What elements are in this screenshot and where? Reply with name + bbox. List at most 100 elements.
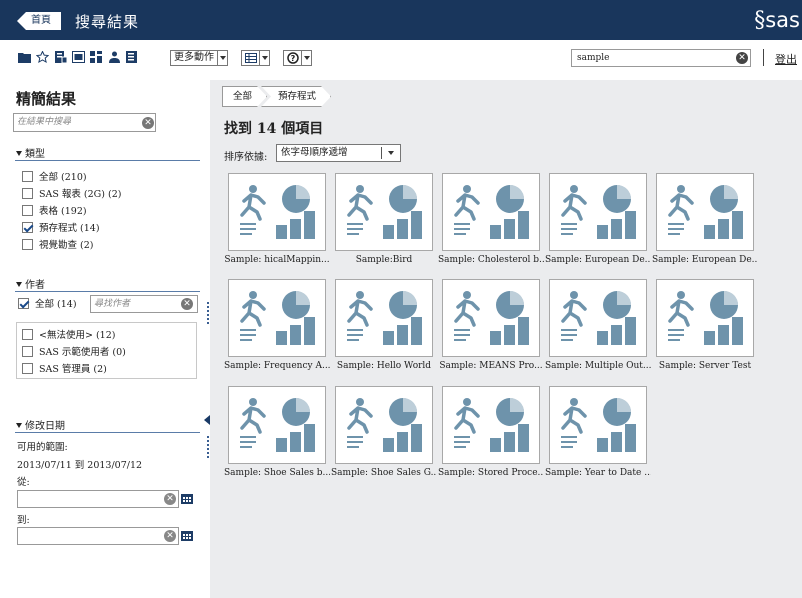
result-item[interactable]: Sample: Frequency A... xyxy=(224,279,330,376)
result-item[interactable]: Sample: European De... xyxy=(652,173,758,270)
help-icon: ? xyxy=(286,52,299,64)
breadcrumb-stored-process[interactable]: 預存程式 xyxy=(261,86,331,107)
result-item[interactable]: Sample: Cholesterol b... xyxy=(438,173,544,270)
clear-refine-search-icon[interactable]: ✕ xyxy=(142,117,154,129)
stored-process-thumbnail-icon xyxy=(347,185,422,239)
result-item[interactable]: Sample: MEANS Pro... xyxy=(439,279,543,376)
result-title[interactable]: Sample: Stored Proce... xyxy=(438,468,544,478)
result-title[interactable]: Sample: Frequency A... xyxy=(224,361,330,371)
stored-process-thumbnail-icon xyxy=(454,291,529,345)
app-header: 首頁 搜尋結果 §sas xyxy=(0,0,802,40)
report-icon[interactable] xyxy=(54,51,67,63)
result-thumbnail[interactable] xyxy=(335,173,433,251)
result-thumbnail[interactable] xyxy=(442,279,540,357)
stored-process-thumbnail-icon xyxy=(347,291,422,345)
result-thumbnail[interactable] xyxy=(442,173,540,251)
result-title[interactable]: Sample: Cholesterol b... xyxy=(438,255,544,265)
result-item[interactable]: Sample: Multiple Out... xyxy=(545,279,651,376)
result-title[interactable]: Sample: hicalMappin... xyxy=(224,255,330,265)
result-title[interactable]: Sample: Shoe Sales G... xyxy=(331,468,437,478)
checkbox[interactable] xyxy=(22,204,33,216)
calendar-icon[interactable] xyxy=(181,530,193,541)
type-filter-exploration[interactable]: 視覺勘查 (2) xyxy=(22,237,93,251)
search-input[interactable]: sample xyxy=(571,49,751,67)
result-title[interactable]: Sample: Server Test xyxy=(652,361,758,371)
result-item[interactable]: Sample: Stored Proce... xyxy=(438,386,544,483)
toolbar: 更多動作 ? sample ✕ 登出 xyxy=(0,40,802,80)
result-thumbnail[interactable] xyxy=(228,279,326,357)
result-thumbnail[interactable] xyxy=(228,173,326,251)
result-thumbnail[interactable] xyxy=(442,386,540,464)
refine-search-input[interactable]: 在結果中搜尋 xyxy=(13,113,156,132)
type-filter-all[interactable]: 全部 (210) xyxy=(22,169,87,183)
result-thumbnail[interactable] xyxy=(656,173,754,251)
result-title[interactable]: Sample: European De... xyxy=(545,255,651,265)
sort-select[interactable]: 依字母順序遞增 xyxy=(276,144,401,162)
folder-icon[interactable] xyxy=(18,51,31,63)
checkbox-checked[interactable] xyxy=(18,297,29,309)
result-thumbnail[interactable] xyxy=(549,279,647,357)
help-button[interactable]: ? xyxy=(283,50,312,66)
result-thumbnail[interactable] xyxy=(335,386,433,464)
type-section-toggle[interactable]: 類型 xyxy=(16,145,45,160)
stored-process-thumbnail-icon xyxy=(561,185,636,239)
splitter-handle[interactable] xyxy=(207,302,209,326)
result-title[interactable]: Sample:Bird xyxy=(331,255,437,265)
table-icon[interactable] xyxy=(72,51,85,63)
checkbox[interactable] xyxy=(22,187,33,199)
calendar-icon[interactable] xyxy=(181,493,193,504)
filter-icon[interactable] xyxy=(126,51,139,63)
result-thumbnail[interactable] xyxy=(656,279,754,357)
result-title[interactable]: Sample: Shoe Sales b... xyxy=(224,468,330,478)
view-mode-button[interactable] xyxy=(241,50,270,66)
result-item[interactable]: Sample: Hello World xyxy=(335,279,433,376)
result-item[interactable]: Sample:Bird xyxy=(335,173,433,270)
logout-link[interactable]: 登出 xyxy=(775,51,797,67)
result-item[interactable]: Sample: European De... xyxy=(545,173,651,270)
result-title[interactable]: Sample: Year to Date ... xyxy=(545,468,651,478)
type-filter-stored-process[interactable]: 預存程式 (14) xyxy=(22,220,100,234)
result-title[interactable]: Sample: Multiple Out... xyxy=(545,361,651,371)
result-item[interactable]: Sample: Year to Date ... xyxy=(545,386,651,483)
home-button[interactable]: 首頁 xyxy=(17,12,61,30)
type-filter-table[interactable]: 表格 (192) xyxy=(22,203,87,217)
checkbox[interactable] xyxy=(22,362,33,374)
checkbox[interactable] xyxy=(22,345,33,357)
author-filter-unavailable[interactable]: <無法使用> (12) xyxy=(22,327,115,341)
range-label: 可用的範圍: xyxy=(17,442,68,453)
checkbox-checked[interactable] xyxy=(22,221,33,233)
author-section-toggle[interactable]: 作者 xyxy=(16,276,45,291)
breadcrumb-all[interactable]: 全部 xyxy=(222,86,267,107)
result-title[interactable]: Sample: Hello World xyxy=(331,361,437,371)
result-title[interactable]: Sample: MEANS Pro... xyxy=(438,361,544,371)
result-thumbnail[interactable] xyxy=(228,386,326,464)
result-thumbnail[interactable] xyxy=(549,173,647,251)
result-item[interactable]: Sample: hicalMappin... xyxy=(224,173,330,270)
result-item[interactable]: Sample: Shoe Sales G... xyxy=(331,386,437,483)
author-filter-demo-user[interactable]: SAS 示範使用者 (0) xyxy=(22,344,126,358)
users-icon[interactable] xyxy=(108,51,121,63)
author-filter-all[interactable]: 全部 (14) xyxy=(18,296,77,310)
from-date-input[interactable] xyxy=(17,490,179,508)
stored-process-thumbnail-icon xyxy=(240,398,315,452)
clear-author-search-icon[interactable]: ✕ xyxy=(181,298,193,310)
checkbox[interactable] xyxy=(22,328,33,340)
author-filter-admin[interactable]: SAS 管理員 (2) xyxy=(22,361,107,375)
clear-from-date-icon[interactable]: ✕ xyxy=(164,493,176,505)
result-item[interactable]: Sample: Server Test xyxy=(656,279,754,376)
clear-search-icon[interactable]: ✕ xyxy=(736,52,748,64)
result-thumbnail[interactable] xyxy=(335,279,433,357)
clear-to-date-icon[interactable]: ✕ xyxy=(164,530,176,542)
checkbox[interactable] xyxy=(22,238,33,250)
star-icon[interactable] xyxy=(36,51,49,63)
more-actions-button[interactable]: 更多動作 xyxy=(170,50,228,66)
stored-process-icon[interactable] xyxy=(90,51,103,63)
date-section-toggle[interactable]: 修改日期 xyxy=(16,417,65,432)
to-date-input[interactable] xyxy=(17,527,179,545)
result-thumbnail[interactable] xyxy=(549,386,647,464)
type-filter-sas-report[interactable]: SAS 報表 (2G) (2) xyxy=(22,186,121,200)
result-item[interactable]: Sample: Shoe Sales b... xyxy=(224,386,330,483)
checkbox[interactable] xyxy=(22,170,33,182)
splitter-handle[interactable] xyxy=(207,436,209,460)
result-title[interactable]: Sample: European De... xyxy=(652,255,758,265)
